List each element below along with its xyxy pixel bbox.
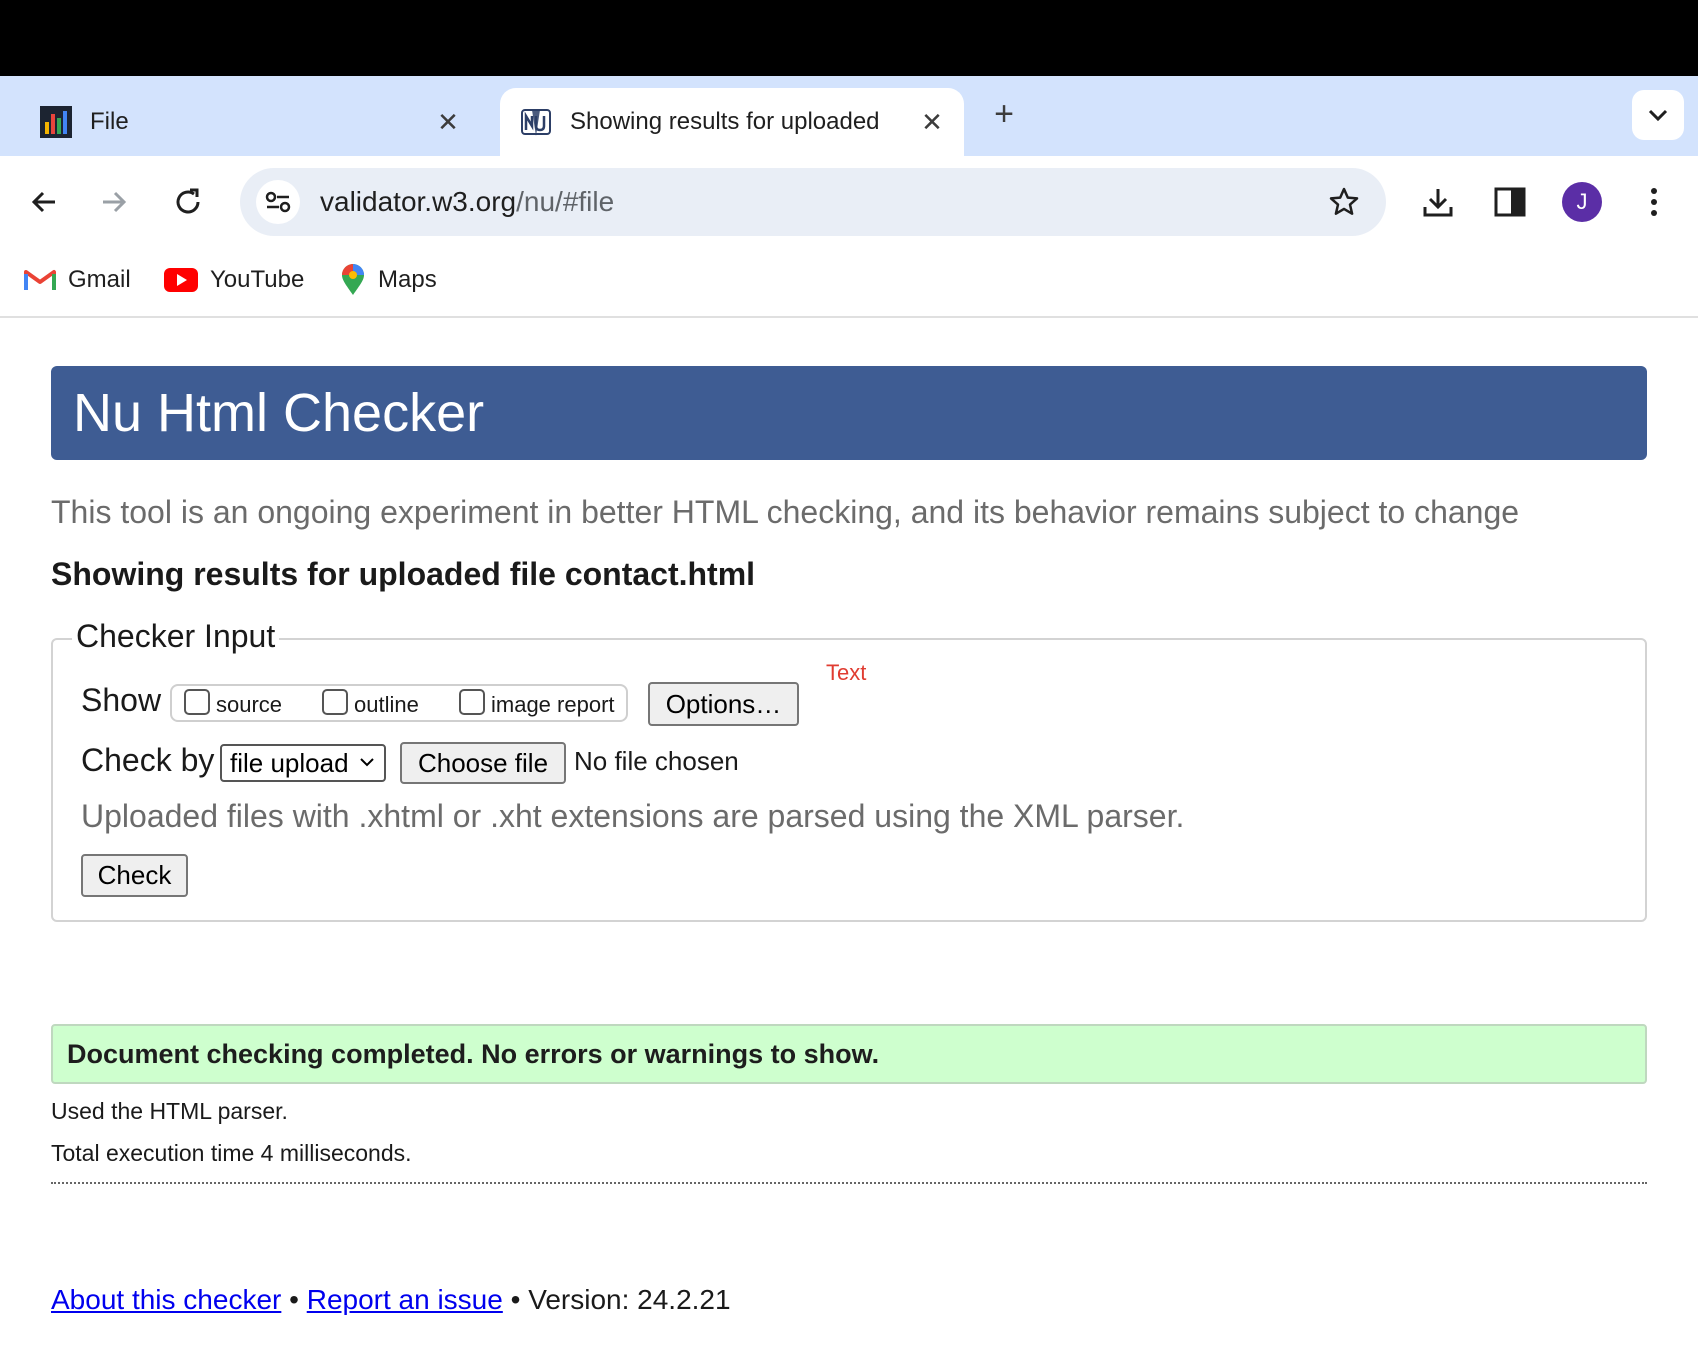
close-tab-icon[interactable]: ✕: [428, 107, 468, 138]
forward-arrow-icon[interactable]: [94, 182, 134, 222]
url-host: validator.w3.org: [320, 186, 517, 217]
tab-title: File: [90, 108, 129, 135]
parser-note: Used the HTML parser.: [51, 1098, 288, 1124]
options-button[interactable]: Options…: [648, 682, 799, 726]
source-checkbox-label[interactable]: source: [216, 692, 282, 718]
bookmark-star-icon[interactable]: [1322, 180, 1366, 224]
checker-input-legend: Checker Input: [72, 618, 280, 655]
tab-strip: File ✕ Showing results for uploaded ✕ +: [0, 76, 1698, 156]
reload-icon[interactable]: [168, 182, 208, 222]
results-heading: Showing results for uploaded file contac…: [51, 556, 756, 592]
bookmark-label: Maps: [378, 266, 437, 293]
back-arrow-icon[interactable]: [24, 182, 64, 222]
bookmark-gmail[interactable]: Gmail: [24, 262, 131, 298]
check-by-selected-value: file upload: [230, 748, 349, 778]
annotation-text: Text: [826, 660, 867, 685]
check-by-label: Check by: [81, 742, 215, 778]
youtube-icon: [164, 268, 198, 292]
check-button[interactable]: Check: [81, 854, 188, 897]
bookmark-youtube[interactable]: YouTube: [164, 262, 304, 298]
tab-file[interactable]: File ✕: [20, 88, 480, 156]
outline-checkbox[interactable]: [322, 689, 348, 715]
maps-icon: [342, 264, 364, 295]
page-content: Nu Html Checker This tool is an ongoing …: [0, 318, 1698, 1347]
bookmarks-bar: Gmail YouTube Maps: [0, 248, 1698, 318]
bookmark-maps[interactable]: Maps: [340, 262, 437, 298]
address-bar[interactable]: validator.w3.org/nu/#file: [240, 168, 1386, 236]
footer-separator: •: [510, 1284, 521, 1315]
tab-validator[interactable]: Showing results for uploaded ✕: [500, 88, 964, 156]
execution-time: Total execution time 4 milliseconds.: [51, 1140, 412, 1166]
url-text[interactable]: validator.w3.org/nu/#file: [320, 186, 1322, 218]
show-label: Show: [81, 682, 162, 718]
profile-avatar[interactable]: J: [1562, 182, 1602, 222]
report-issue-link[interactable]: Report an issue: [307, 1284, 503, 1315]
w3c-nu-favicon-icon: [521, 109, 551, 136]
bookmark-label: Gmail: [68, 266, 131, 293]
image-report-checkbox-label[interactable]: image report: [491, 692, 615, 718]
url-path: /nu/#file: [516, 186, 615, 217]
image-report-checkbox[interactable]: [459, 689, 485, 715]
more-menu-icon[interactable]: [1634, 182, 1674, 222]
no-file-chosen-text: No file chosen: [574, 746, 739, 776]
footer: About this checker • Report an issue • V…: [51, 1284, 731, 1316]
divider: [51, 1182, 1647, 1184]
outline-checkbox-label[interactable]: outline: [354, 692, 419, 718]
xml-parser-note: Uploaded files with .xhtml or .xht exten…: [81, 798, 1185, 834]
browser-toolbar: validator.w3.org/nu/#file: [0, 156, 1698, 248]
tab-search-chevron-icon[interactable]: [1632, 90, 1684, 140]
footer-separator: •: [289, 1284, 299, 1315]
bar-chart-favicon-icon: [40, 106, 72, 138]
check-by-select[interactable]: file upload: [220, 744, 386, 782]
close-tab-icon[interactable]: ✕: [912, 107, 952, 138]
site-settings-icon[interactable]: [256, 180, 300, 224]
download-icon[interactable]: [1418, 182, 1458, 222]
new-tab-plus-icon[interactable]: +: [984, 94, 1024, 134]
side-panel-icon[interactable]: [1490, 182, 1530, 222]
chevron-down-icon: [360, 758, 374, 767]
window-top-bar: [0, 0, 1698, 76]
success-message: Document checking completed. No errors o…: [51, 1024, 1647, 1084]
bookmark-label: YouTube: [210, 266, 305, 293]
tab-title: Showing results for uploaded: [570, 108, 880, 135]
choose-file-button[interactable]: Choose file: [400, 742, 566, 784]
page-title-banner: Nu Html Checker: [51, 366, 1647, 460]
gmail-icon: [24, 270, 56, 290]
intro-text: This tool is an ongoing experiment in be…: [51, 494, 1520, 530]
source-checkbox[interactable]: [184, 689, 210, 715]
about-checker-link[interactable]: About this checker: [51, 1284, 281, 1315]
version-text: Version: 24.2.21: [528, 1284, 731, 1315]
